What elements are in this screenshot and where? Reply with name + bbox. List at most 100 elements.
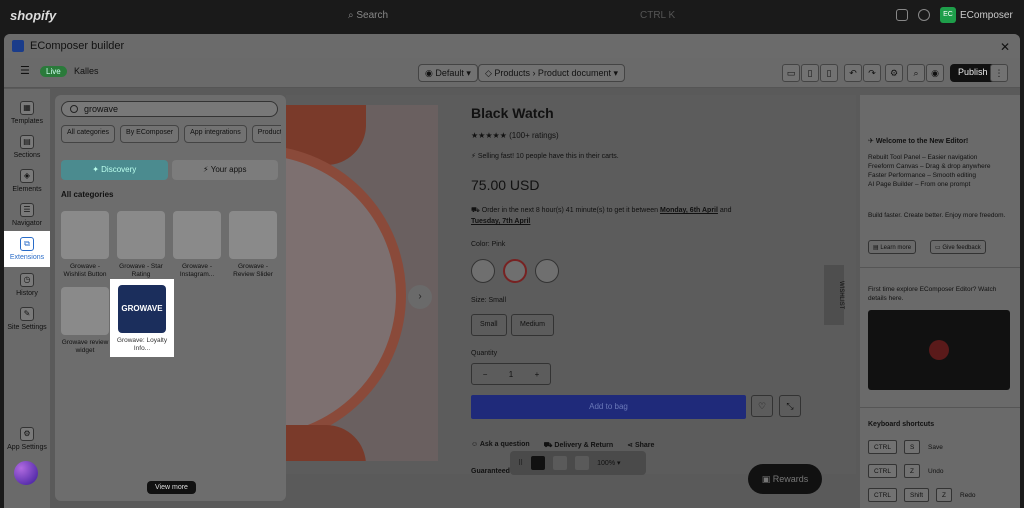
nav-elements[interactable]: ◈ Elements xyxy=(4,169,50,193)
size-small-button[interactable]: Small xyxy=(471,314,507,336)
minus-button[interactable]: − xyxy=(483,370,488,379)
template-select[interactable]: ◉ Default ▾ xyxy=(418,64,478,82)
section-title: All categories xyxy=(61,190,114,199)
menu-icon[interactable]: ☰ xyxy=(20,64,30,77)
category-product[interactable]: Product xyxy=(251,125,281,143)
nav-navigator[interactable]: ☰ Navigator xyxy=(4,203,50,227)
store-icon[interactable] xyxy=(896,9,908,21)
color-swatch[interactable] xyxy=(535,259,559,283)
zoom-select[interactable]: 100% ▾ xyxy=(597,459,620,467)
user-avatar[interactable] xyxy=(14,461,38,485)
store-name: EComposer xyxy=(960,9,1013,21)
nav-templates[interactable]: ▦ Templates xyxy=(4,101,50,125)
nav-history[interactable]: ◷ History xyxy=(4,273,50,297)
plus-button[interactable]: + xyxy=(535,370,540,379)
pointer-tool-icon[interactable] xyxy=(531,456,546,470)
product-price: 75.00 USD xyxy=(471,177,540,193)
delivery-estimate: ⛟ Order in the next 8 hour(s) 41 minute(… xyxy=(471,207,732,225)
view-more-button[interactable]: View more xyxy=(147,481,196,494)
publish-button[interactable]: Publish xyxy=(950,64,996,82)
redo-icon[interactable]: ↷ xyxy=(863,64,881,82)
shortcut-label: Save xyxy=(928,444,943,451)
undo-icon[interactable]: ↶ xyxy=(844,64,862,82)
extension-thumbnail xyxy=(61,287,109,335)
feature-list: Rebuilt Tool Panel – Easier navigation F… xyxy=(868,154,991,188)
nav-sections[interactable]: ▤ Sections xyxy=(4,135,50,159)
color-swatch[interactable] xyxy=(471,259,495,283)
builder-toolbar: ☰ Live Kalles ◉ Default ▾ ◇ Products › P… xyxy=(4,58,1020,88)
nav-site-settings[interactable]: ✎ Site Settings xyxy=(4,307,50,331)
extension-card-review-widget[interactable]: Growave review widget xyxy=(59,287,111,355)
tab-your-apps[interactable]: ⚡ Your apps xyxy=(171,160,278,180)
sections-icon: ▤ xyxy=(20,135,34,149)
tutorial-video[interactable] xyxy=(868,310,1010,390)
extension-card-review-slider[interactable]: Growave - Review Slider xyxy=(227,211,279,279)
shopify-logo[interactable]: shopify xyxy=(10,8,56,23)
share-link[interactable]: ⋖ Share xyxy=(627,441,654,450)
size-medium-button[interactable]: Medium xyxy=(511,314,554,336)
rewards-button[interactable]: ▣ Rewards xyxy=(748,464,822,494)
app-title: EComposer builder xyxy=(30,40,125,52)
store-account[interactable]: EC EComposer xyxy=(940,7,1013,23)
extension-card-wishlist[interactable]: Growave - Wishlist Button xyxy=(59,211,111,279)
search-zoom-icon[interactable]: ⌕ xyxy=(907,64,925,82)
category-by-ecomposer[interactable]: By EComposer xyxy=(120,125,180,143)
page-select[interactable]: ◇ Products › Product document ▾ xyxy=(478,64,626,82)
chevron-right-icon[interactable]: › xyxy=(408,285,432,309)
close-icon[interactable]: ✕ xyxy=(1000,40,1010,54)
play-icon[interactable] xyxy=(929,340,949,360)
more-menu-icon[interactable]: ⋮ xyxy=(990,64,1008,82)
fit-screen-icon[interactable] xyxy=(575,456,590,470)
color-swatch-selected[interactable] xyxy=(503,259,527,283)
delivery-return-link[interactable]: ⛟ Delivery & Return xyxy=(544,441,614,450)
shortcut-label: Undo xyxy=(928,468,944,475)
extension-thumbnail xyxy=(229,211,277,259)
quantity-stepper[interactable]: − 1 + xyxy=(471,363,551,385)
shortcut-label: Redo xyxy=(960,492,976,499)
settings-icon[interactable]: ⚙ xyxy=(885,64,903,82)
desktop-view-icon[interactable]: ▭ xyxy=(782,64,800,82)
divider xyxy=(860,267,1020,268)
nav-app-settings[interactable]: ⚙ App Settings xyxy=(4,427,50,451)
bolt-icon: ⚡ xyxy=(203,165,211,174)
extension-card-star-rating[interactable]: Growave - Star Rating xyxy=(115,211,167,279)
size-label: Size: Small xyxy=(471,297,507,304)
navigator-icon: ☰ xyxy=(20,203,34,217)
extension-thumbnail xyxy=(173,211,221,259)
tab-discovery[interactable]: ✦ Discovery xyxy=(61,160,168,180)
category-app-integrations[interactable]: App integrations xyxy=(184,125,247,143)
give-feedback-button[interactable]: ▭ Give feedback xyxy=(930,240,986,254)
compare-icon[interactable]: ⤡ xyxy=(779,395,801,417)
watch-face xyxy=(286,145,406,445)
extension-search-input[interactable]: growave xyxy=(61,101,278,117)
learn-more-button[interactable]: ▤ Learn more xyxy=(868,240,917,254)
search-icon xyxy=(70,105,78,113)
heart-icon[interactable]: ♡ xyxy=(751,395,773,417)
extension-thumbnail xyxy=(117,211,165,259)
product-rating: ★★★★★ (100+ ratings) xyxy=(471,131,559,140)
extension-card-instagram[interactable]: Growave - Instagram... xyxy=(171,211,223,279)
tablet-view-icon[interactable]: ▯ xyxy=(801,64,819,82)
nav-extensions[interactable]: ⧉ Extensions xyxy=(4,231,50,267)
extension-card-loyalty-info[interactable]: GROWAVE Growave: Loyalty Info... xyxy=(110,279,174,357)
drag-handle-icon[interactable]: ⠿ xyxy=(518,459,523,467)
preview-eye-icon[interactable]: ◉ xyxy=(926,64,944,82)
rocket-icon: ✈ xyxy=(868,138,876,145)
mobile-view-icon[interactable]: ▯ xyxy=(820,64,838,82)
search-shortcut: CTRL K xyxy=(640,10,676,21)
growave-logo: GROWAVE xyxy=(118,285,166,333)
key-z: Z xyxy=(904,464,920,478)
hand-tool-icon[interactable] xyxy=(553,456,568,470)
ask-question-link[interactable]: ☺ Ask a question xyxy=(471,441,530,450)
shopify-topbar: shopify ⌕ Search CTRL K EC EComposer xyxy=(0,0,1024,32)
wishlist-side-tab[interactable]: WISHLIST xyxy=(824,265,844,325)
gear-icon: ⚙ xyxy=(20,427,34,441)
product-image[interactable] xyxy=(286,105,438,461)
bell-icon[interactable] xyxy=(918,9,930,21)
add-to-bag-button[interactable]: Add to bag xyxy=(471,395,746,419)
category-all[interactable]: All categories xyxy=(61,125,116,143)
app-title-bar: EComposer builder ✕ xyxy=(4,34,1020,58)
elements-icon: ◈ xyxy=(20,169,34,183)
bolt-icon: ⚡ xyxy=(471,153,478,160)
global-search-input[interactable]: ⌕ Search CTRL K xyxy=(340,6,680,26)
